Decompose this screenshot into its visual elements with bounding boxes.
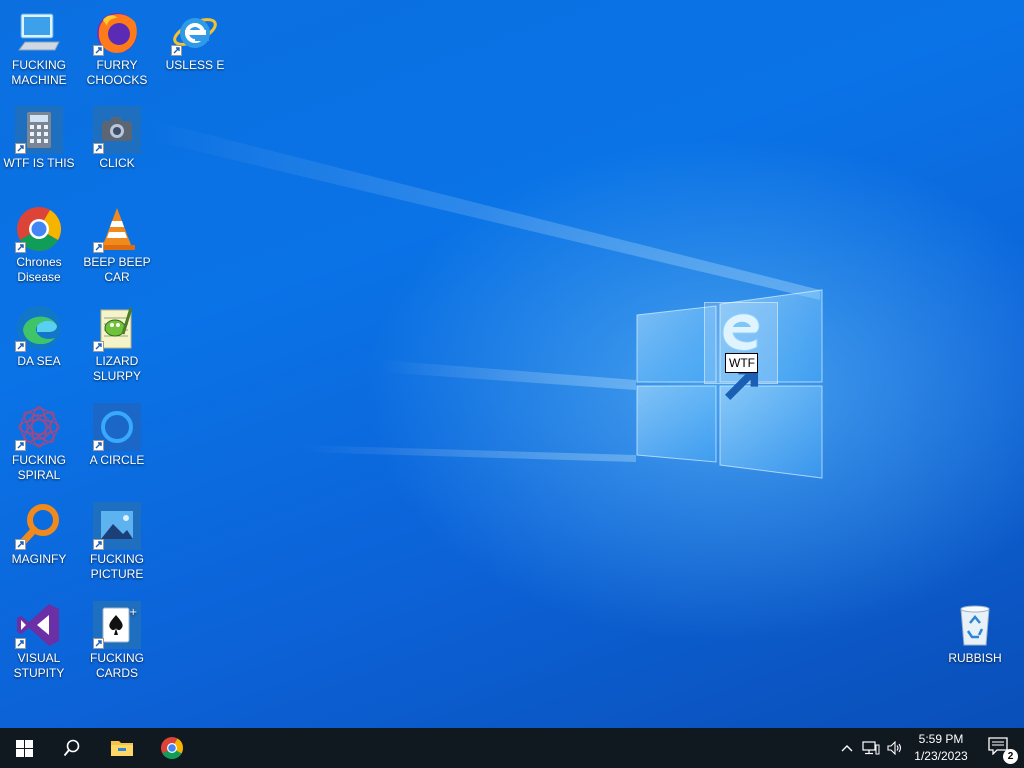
edge-legacy-icon [722, 313, 760, 351]
icon-label: LIZARD SLURPY [92, 354, 142, 383]
volume-control[interactable] [883, 728, 907, 768]
start-button[interactable] [0, 728, 48, 768]
icon-label: FUCKING MACHINE [11, 58, 67, 87]
desktop-icon-usless-e[interactable]: USLESS E [157, 8, 233, 73]
shortcut-arrow-icon [93, 638, 104, 649]
search-icon [63, 739, 80, 757]
icon-label: A CIRCLE [89, 453, 145, 467]
desktop-icon-click[interactable]: CLICK [79, 106, 155, 171]
shortcut-arrow-icon [15, 440, 26, 451]
desktop-icon-maginfy[interactable]: MAGINFY [1, 502, 77, 567]
shortcut-arrow-icon [93, 242, 104, 253]
desktop-icon-furry-choocks[interactable]: FURRY CHOOCKS [79, 8, 155, 88]
chrome-icon [161, 737, 183, 759]
desktop-icon-visual-stupity[interactable]: VISUAL STUPITY [1, 601, 77, 681]
recycle-bin-icon [960, 605, 990, 646]
volume-icon [887, 741, 902, 755]
icon-label: FURRY CHOOCKS [86, 58, 148, 87]
desktop-icon-rubbish[interactable]: RUBBISH [937, 601, 1013, 666]
shortcut-arrow-icon [171, 45, 182, 56]
icon-label: Chrones Disease [16, 255, 62, 284]
icon-label: VISUAL STUPITY [13, 651, 65, 680]
shortcut-arrow-icon [93, 341, 104, 352]
notification-count-badge: 2 [1003, 749, 1018, 764]
taskbar-file-explorer[interactable] [98, 728, 146, 768]
desktop-icon-lizard-slurpy[interactable]: LIZARD SLURPY [79, 304, 155, 384]
desktop-icon-beep-beep-car[interactable]: BEEP BEEP CAR [79, 205, 155, 285]
icon-label: BEEP BEEP CAR [83, 255, 151, 284]
shortcut-arrow-icon [93, 45, 104, 56]
desktop-icon-fucking-machine[interactable]: FUCKING MACHINE [1, 8, 77, 88]
desktop-icon-renaming[interactable] [704, 302, 778, 400]
shortcut-arrow-icon [15, 242, 26, 253]
desktop-icon-fucking-spiral[interactable]: FUCKING SPIRAL [1, 403, 77, 483]
chevron-up-icon [841, 745, 853, 752]
shortcut-arrow-icon [93, 539, 104, 550]
icon-label: DA SEA [17, 354, 61, 368]
file-explorer-icon [111, 741, 133, 756]
clock[interactable]: 5:59 PM 1/23/2023 [906, 731, 976, 765]
desktop-icon-a-circle[interactable]: A CIRCLE [79, 403, 155, 468]
desktop-icon-wtf-is-this[interactable]: WTF IS THIS [1, 106, 77, 171]
desktop-icon-fucking-picture[interactable]: FUCKING PICTURE [79, 502, 155, 582]
show-hidden-icons[interactable] [836, 728, 858, 768]
desktop-icon-fucking-cards[interactable]: + FUCKING CARDS [79, 601, 155, 681]
svg-text:+: + [129, 607, 137, 618]
icon-label: FUCKING PICTURE [90, 552, 144, 581]
windows-start-icon [15, 739, 33, 757]
shortcut-arrow-icon [93, 143, 104, 154]
taskbar: 5:59 PM 1/23/2023 2 [0, 728, 1024, 768]
icon-label: RUBBISH [948, 651, 1002, 665]
taskbar-chrome[interactable] [148, 728, 196, 768]
clock-time: 5:59 PM [918, 732, 964, 746]
shortcut-arrow-icon [93, 440, 104, 451]
action-center-button[interactable]: 2 [988, 737, 1018, 764]
icon-label: CLICK [99, 156, 135, 170]
icon-label: USLESS E [165, 58, 225, 72]
icon-label: FUCKING CARDS [90, 651, 144, 680]
shortcut-arrow-icon [15, 143, 26, 154]
icon-label: FUCKING SPIRAL [12, 453, 66, 482]
shortcut-arrow-icon [15, 341, 26, 352]
desktop-icon-chrones-disease[interactable]: Chrones Disease [1, 205, 77, 285]
clock-date: 1/23/2023 [914, 749, 968, 763]
shortcut-arrow-icon [15, 638, 26, 649]
shortcut-arrow-icon [15, 539, 26, 550]
desktop-icon-da-sea[interactable]: DA SEA [1, 304, 77, 369]
desktop[interactable]: FUCKING MACHINE WTF IS THIS Chrones Dise… [0, 0, 1024, 728]
network-status[interactable] [859, 728, 883, 768]
rename-input[interactable] [725, 353, 758, 373]
computer-icon [18, 13, 60, 51]
icon-label: MAGINFY [11, 552, 67, 566]
search-button[interactable] [48, 728, 96, 768]
icon-label: WTF IS THIS [3, 156, 75, 170]
network-icon [862, 741, 880, 755]
